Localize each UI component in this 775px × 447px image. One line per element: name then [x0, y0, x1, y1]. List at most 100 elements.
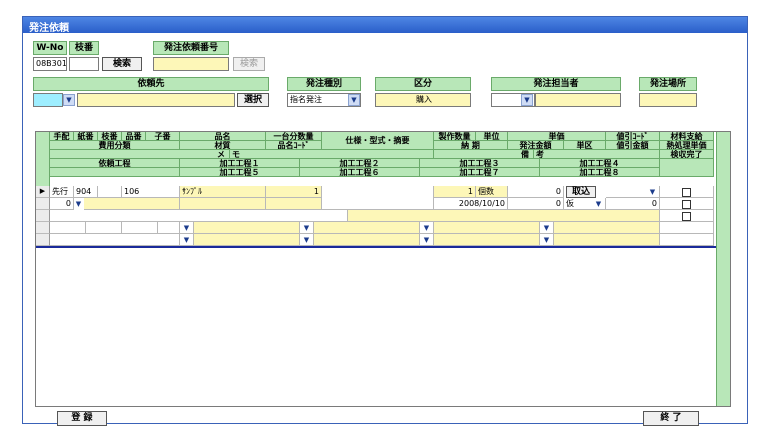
cell-process4[interactable]: [554, 222, 660, 234]
edaban-field[interactable]: [69, 57, 99, 71]
cell-edaban[interactable]: [98, 186, 122, 198]
grid-header: 熱処理単価: [660, 141, 714, 150]
cell-process[interactable]: [158, 222, 180, 234]
form-body: W-No 08B301 枝番 検索 発注依頼番号 検索 依頼先 ▼ 選択 発注種…: [23, 33, 747, 426]
cell-process3[interactable]: [434, 222, 540, 234]
chevron-down-icon[interactable]: ▼: [594, 199, 603, 209]
grid-scrollbar[interactable]: [716, 132, 730, 406]
chevron-down-icon[interactable]: ▼: [542, 235, 551, 245]
chevron-down-icon[interactable]: ▼: [182, 223, 191, 233]
grid-header: 加工工程２: [300, 159, 420, 168]
cell-process6[interactable]: [314, 234, 420, 246]
cell-blank: [660, 234, 714, 246]
person-name-field: [535, 93, 621, 107]
cell-process2[interactable]: [314, 222, 420, 234]
cell-tehai[interactable]: 先行: [50, 186, 74, 198]
chevron-down-icon[interactable]: ▼: [542, 223, 551, 233]
cell-material-name[interactable]: [180, 198, 266, 210]
grid-header: 単区: [564, 141, 606, 150]
order-no-label: 発注依頼番号: [153, 41, 229, 55]
row-selector[interactable]: [36, 210, 50, 222]
heat-checkbox[interactable]: [682, 200, 691, 209]
cell-discount[interactable]: 0: [606, 198, 660, 210]
cell-memo[interactable]: [50, 210, 348, 222]
place-label: 発注場所: [639, 77, 697, 91]
chevron-down-icon[interactable]: ▼: [521, 94, 533, 106]
cell-amount[interactable]: 0: [508, 198, 564, 210]
grid-header: 単位: [476, 132, 508, 141]
row-separator: [36, 246, 716, 248]
kubun-field: 購入: [375, 93, 471, 107]
search-button[interactable]: 検索: [102, 57, 142, 71]
person-label: 発注担当者: [491, 77, 621, 91]
chevron-down-icon[interactable]: ▼: [182, 235, 191, 245]
edaban-label: 枝番: [69, 41, 99, 55]
cell-price[interactable]: 0: [508, 186, 564, 198]
place-field[interactable]: [639, 93, 697, 107]
row-selector[interactable]: [36, 234, 50, 246]
chevron-down-icon[interactable]: ▼: [302, 235, 311, 245]
grid-header: 子番: [146, 132, 180, 141]
cell-process8[interactable]: [554, 234, 660, 246]
cell-unit[interactable]: 個数: [476, 186, 508, 198]
cell-process5[interactable]: [194, 234, 300, 246]
grid-header-blank: [660, 159, 714, 177]
grid-header: 枝番: [98, 132, 122, 141]
cell-qty[interactable]: 1: [266, 186, 322, 198]
grid-header: 加工工程６: [300, 168, 420, 177]
cell-process[interactable]: [50, 234, 180, 246]
cell-process1[interactable]: [194, 222, 300, 234]
row-selector[interactable]: [36, 222, 50, 234]
grid-header: 手配: [50, 132, 74, 141]
cell-process7[interactable]: [434, 234, 540, 246]
cell-make-qty[interactable]: 1: [434, 186, 476, 198]
select-button[interactable]: 選択: [237, 93, 269, 107]
chevron-down-icon[interactable]: ▼: [648, 187, 657, 197]
chevron-down-icon[interactable]: ▼: [422, 223, 431, 233]
cell-hinban[interactable]: 106: [122, 186, 180, 198]
register-button[interactable]: 登 録: [57, 411, 107, 426]
grid-header: 加工工程７: [420, 168, 540, 177]
chevron-down-icon[interactable]: ▼: [422, 235, 431, 245]
grid-header: 品番: [122, 132, 146, 141]
cell-remarks[interactable]: [348, 210, 660, 222]
grid-header: 品名ｺｰﾄﾞ: [266, 141, 322, 150]
triangle-right-icon[interactable]: ▶: [36, 186, 50, 198]
search2-button[interactable]: 検索: [233, 57, 265, 71]
grid-header: 値引ｺｰﾄﾞ: [606, 132, 660, 141]
import-button[interactable]: 取込: [566, 186, 596, 198]
order-no-field[interactable]: [153, 57, 229, 71]
cell-cost-name: [84, 198, 180, 210]
chevron-down-icon[interactable]: ▼: [63, 94, 75, 106]
cell-process[interactable]: [50, 222, 86, 234]
order-grid: 手配 紙番 枝番 品番 子番 品名 一台分数量 仕様・型式・摘要 製作数量 単位…: [35, 131, 731, 407]
grid-header: 値引金額: [606, 141, 660, 150]
grid-header: 単価: [508, 132, 606, 141]
grid-header: 加工工程５: [180, 168, 300, 177]
grid-header: 紙番: [74, 132, 98, 141]
cell-hinmei[interactable]: ｻﾝﾌﾟﾙ: [180, 186, 266, 198]
cell-process[interactable]: [86, 222, 122, 234]
chevron-down-icon[interactable]: ▼: [74, 199, 83, 209]
material-checkbox[interactable]: [682, 188, 691, 197]
cell-due-date[interactable]: 2008/10/10: [434, 198, 508, 210]
grid-header: 加工工程４: [540, 159, 660, 168]
grid-header: 備: [434, 150, 534, 159]
chevron-down-icon[interactable]: ▼: [348, 94, 360, 106]
main-window: 発注依頼 W-No 08B301 枝番 検索 発注依頼番号 検索 依頼先 ▼ 選…: [22, 16, 748, 426]
wno-field[interactable]: 08B301: [33, 57, 67, 71]
cell-cost-class[interactable]: 0: [50, 198, 74, 210]
row-selector[interactable]: [36, 198, 50, 210]
cell-item-code[interactable]: [266, 198, 322, 210]
requester-name-field: [77, 93, 235, 107]
end-button[interactable]: 終 了: [643, 411, 699, 426]
inspection-checkbox[interactable]: [682, 212, 691, 221]
cell-process[interactable]: [122, 222, 158, 234]
chevron-down-icon[interactable]: ▼: [302, 223, 311, 233]
cell-spec[interactable]: [322, 186, 434, 210]
grid-header: 検収完了: [660, 150, 714, 159]
grid-header: 材質: [180, 141, 266, 150]
grid-header: 考: [534, 150, 660, 159]
cell-kami[interactable]: 904: [74, 186, 98, 198]
requester-code-field[interactable]: [33, 93, 63, 107]
